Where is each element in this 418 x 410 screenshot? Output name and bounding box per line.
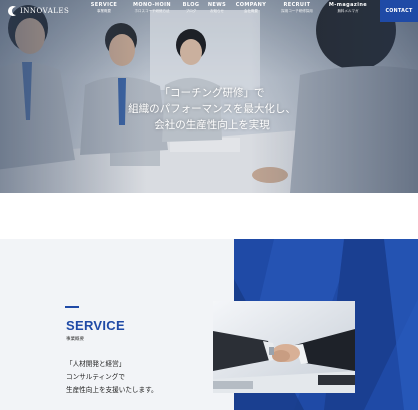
nav-item-blog[interactable]: BLOG ブログ [178,2,204,14]
nav-sublabel: お知らせ [210,9,224,13]
nav-sublabel: 無料メルマガ [337,9,359,13]
nav-sublabel: 採用コーチ研修採用 [281,9,313,13]
nav-item-company[interactable]: COMPANY 会社概要 [230,2,272,14]
contact-button[interactable]: CONTACT [380,0,418,22]
site-header: INNOVALES SERVICE 事業概要 MONO-HOIN ホロスコーチ研… [0,0,418,22]
nav-item-news[interactable]: NEWS お知らせ [204,2,230,14]
catch-line: 会社の生産性向上を実現 [154,119,270,131]
logo-text: INNOVALES [20,7,70,15]
crescent-swoosh-icon [8,6,16,16]
description-line: コンサルティングで [66,373,125,381]
nav-item-service[interactable]: SERVICE 事業概要 [86,2,122,14]
nav-item-mono-hoin[interactable]: MONO-HOIN ホロスコーチ研修方法 [128,2,176,14]
description-line: 生産性向上を支援いたします。 [66,386,158,394]
service-title: SERVICE [66,318,125,333]
nav-label: NEWS [207,2,227,8]
nav-label: MONO-HOIN [133,2,171,8]
main-nav: SERVICE 事業概要 MONO-HOIN ホロスコーチ研修方法 BLOG ブ… [86,2,372,14]
nav-label: COMPANY [235,2,267,8]
description-line: 「人材開発と経営」 [66,360,126,368]
nav-item-m-magazine[interactable]: M-magazine 無料メルマガ [324,2,372,14]
hero-catchcopy: 「コーチング研修」で 組織のパフォーマンスを最大化し、 会社の生産性向上を実現 [112,85,312,133]
nav-sublabel: ホロスコーチ研修方法 [134,9,170,13]
service-description: 「人材開発と経営」 コンサルティングで 生産性向上を支援いたします。 [66,358,158,397]
service-section: SERVICE 事業概要 「人材開発と経営」 コンサルティングで 生産性向上を支… [0,193,418,410]
catch-line: 「コーチング研修」で [159,87,265,99]
nav-label: BLOG [182,2,200,8]
handshake-photo [213,301,355,393]
nav-item-recruit[interactable]: RECRUIT 採用コーチ研修採用 [274,2,320,14]
site-logo[interactable]: INNOVALES [6,3,69,19]
nav-label: M-magazine [328,2,368,8]
hero-section: INNOVALES SERVICE 事業概要 MONO-HOIN ホロスコーチ研… [0,0,418,193]
nav-label: RECRUIT [283,2,311,8]
nav-sublabel: 事業概要 [97,9,111,13]
nav-sublabel: 会社概要 [244,9,258,13]
nav-label: SERVICE [90,2,118,8]
section-accent-line [65,306,79,308]
catch-line: 組織のパフォーマンスを最大化し、 [128,103,296,115]
service-subtitle: 事業概要 [66,337,84,342]
nav-sublabel: ブログ [185,9,197,13]
